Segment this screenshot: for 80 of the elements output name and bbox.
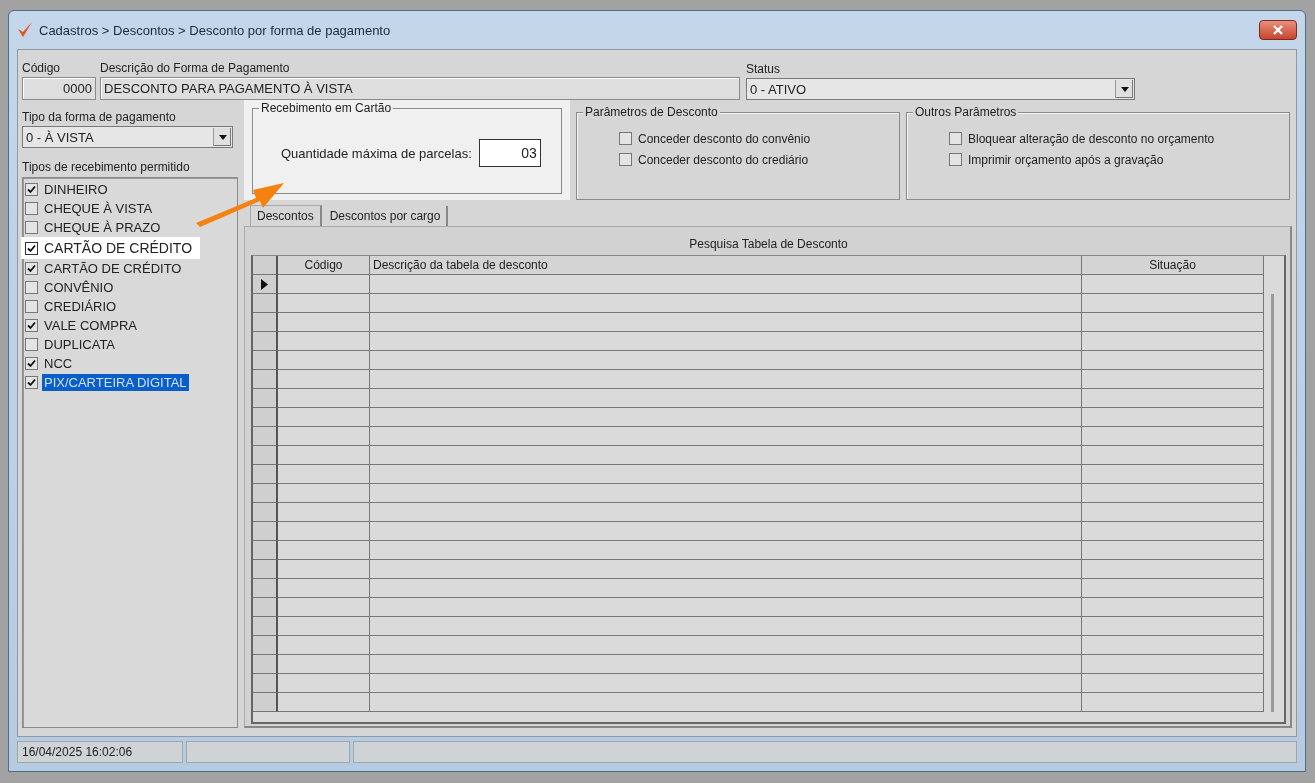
checkbox-label[interactable]: NCC [42,355,75,372]
input-field[interactable]: DESCONTO PARA PAGAMENTO À VISTA [100,77,740,100]
checkbox-label[interactable]: Imprimir orçamento após a gravação [966,151,1166,168]
row-header-cell[interactable] [253,351,278,370]
scrollbar[interactable] [1271,294,1274,712]
checked-checkbox[interactable] [25,376,38,389]
row-header-cell[interactable] [253,693,278,712]
checked-checkbox[interactable] [25,262,38,275]
checkbox-label[interactable]: CHEQUE À PRAZO [42,219,163,236]
column-header: Situação [1082,256,1264,275]
checkbox-label[interactable]: Conceder desconto do crediário [636,151,811,168]
row-header-cell[interactable] [253,636,278,655]
row-header-cell[interactable] [253,332,278,351]
row-header-cell[interactable] [253,484,278,503]
dropdown-arrow-icon [218,134,227,140]
checkbox-label[interactable]: VALE COMPRA [42,317,139,334]
checkbox[interactable] [949,153,962,166]
dropdown[interactable]: 0 - ATIVO [746,78,1135,100]
checkbox-label[interactable]: CREDIÁRIO [42,298,119,315]
checkbox[interactable] [619,132,632,145]
group-title: Recebimento em Cartão [259,101,394,115]
field-label: Tipos de recebimento permitido [22,160,191,174]
field-label: Quantidade máxima de parcelas: [281,145,472,161]
row-pointer-icon [261,278,268,290]
checkbox-label[interactable]: DUPLICATA [42,336,118,353]
row-header-cell[interactable] [253,408,278,427]
input-field[interactable]: 03 [478,139,541,167]
checkbox[interactable] [949,132,962,145]
dropdown-arrow-icon [1120,86,1129,92]
checked-checkbox[interactable] [25,183,38,196]
field-label: Código [22,61,62,75]
input-field[interactable]: 0000 [22,77,96,100]
field-label: Descrição do Forma de Pagamento [100,61,291,75]
group-title: Parâmetros de Desconto [583,105,720,119]
checkbox-label[interactable]: CONVÊNIO [42,279,116,296]
checkbox[interactable] [25,338,38,351]
row-header-cell[interactable] [253,655,278,674]
checkbox[interactable] [25,221,38,234]
window-title: Cadastros > Descontos > Desconto por forma de pagamento [39,22,391,38]
grid-title: Pesquisa Tabela de Desconto [688,236,849,253]
row-header-cell[interactable] [253,465,278,484]
checkbox-label[interactable]: CARTÃO DE CRÉDITO [42,260,184,277]
group-title: Outros Parâmetros [913,105,1019,119]
checkbox[interactable] [619,153,632,166]
row-header-cell[interactable] [253,598,278,617]
row-header-cell[interactable] [253,560,278,579]
status-datetime: 16/04/2025 16:02:06 [17,741,183,763]
row-header-cell[interactable] [253,275,278,294]
close-button[interactable] [1259,20,1297,40]
checkbox[interactable] [25,300,38,313]
column-header: Descrição da tabela de desconto [370,256,1082,275]
column-header: Código [278,256,370,275]
row-header-cell[interactable] [253,522,278,541]
row-header-cell[interactable] [253,503,278,522]
checkbox-label[interactable]: DINHEIRO [42,181,110,198]
row-header-cell[interactable] [253,313,278,332]
field-label: Tipo da forma de pagamento [22,110,177,124]
checkbox-label[interactable]: CARTÃO DE CRÉDITO [42,239,195,257]
checkbox-label[interactable]: Bloquear alteração de desconto no orçamento [966,130,1217,147]
checkbox[interactable] [25,281,38,294]
checked-checkbox[interactable] [25,241,38,255]
checked-checkbox[interactable] [25,357,38,370]
close-icon [1272,25,1284,35]
row-header-cell[interactable] [253,427,278,446]
field-label: Status [746,62,782,76]
checkbox-label[interactable]: Conceder desconto do convênio [636,130,813,147]
checkbox-label[interactable]: CHEQUE À VISTA [42,200,155,217]
row-header-cell[interactable] [253,674,278,693]
checked-checkbox[interactable] [25,319,38,332]
row-header-cell[interactable] [253,370,278,389]
row-header-cell[interactable] [253,389,278,408]
checkbox-label[interactable]: PIX/CARTEIRA DIGITAL [42,374,189,391]
checkbox[interactable] [25,202,38,215]
dropdown[interactable]: 0 - À VISTA [22,126,233,148]
row-header-cell[interactable] [253,617,278,636]
row-header-cell[interactable] [253,541,278,560]
row-header-cell[interactable] [253,579,278,598]
row-header-cell[interactable] [253,446,278,465]
tab[interactable]: Descontos [250,205,322,226]
row-header-cell[interactable] [253,294,278,313]
